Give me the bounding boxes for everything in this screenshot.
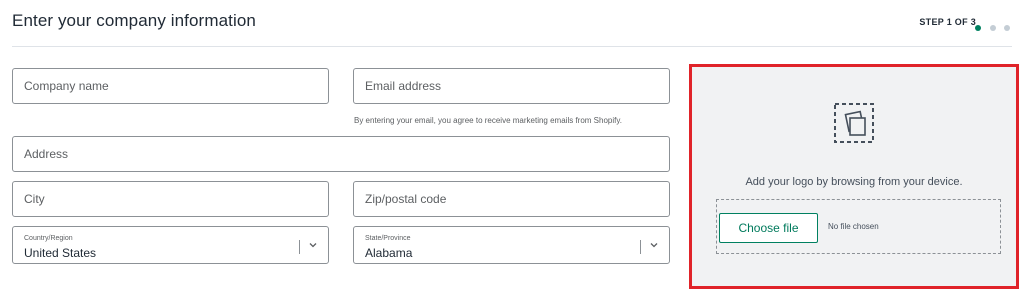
country-label: Country/Region: [24, 235, 73, 242]
zip-field[interactable]: Zip/postal code: [353, 181, 670, 217]
progress-dot-3: [1004, 25, 1010, 31]
chevron-down-icon: [650, 243, 658, 248]
select-divider: [299, 240, 300, 254]
logo-upload-prompt: Add your logo by browsing from your devi…: [745, 176, 963, 188]
country-value: United States: [24, 246, 97, 260]
country-select[interactable]: Country/Region United States: [12, 226, 329, 264]
address-placeholder: Address: [24, 147, 69, 161]
step-indicator: STEP 1 OF 3: [919, 17, 976, 27]
state-label: State/Province: [365, 235, 411, 242]
zip-placeholder: Zip/postal code: [365, 192, 447, 206]
email-hint: By entering your email, you agree to rec…: [354, 116, 622, 125]
progress-dots: [971, 18, 1010, 31]
email-placeholder: Email address: [365, 79, 442, 93]
logo-upload-panel: Add your logo by browsing from your devi…: [689, 64, 1019, 289]
state-value: Alabama: [365, 246, 413, 260]
file-drop-zone[interactable]: Choose file No file chosen: [716, 199, 1001, 254]
choose-file-button[interactable]: Choose file: [719, 213, 818, 243]
city-field[interactable]: City: [12, 181, 329, 217]
progress-dot-2: [989, 25, 996, 31]
address-field[interactable]: Address: [12, 136, 670, 172]
city-placeholder: City: [24, 192, 45, 206]
progress-dot-1: [975, 25, 982, 31]
file-status: No file chosen: [828, 222, 879, 231]
select-divider: [640, 240, 641, 254]
company-name-placeholder: Company name: [24, 79, 109, 93]
page-header: Enter your company information STEP 1 OF…: [12, 0, 1012, 47]
chevron-down-icon: [309, 243, 317, 248]
page-title: Enter your company information: [12, 11, 256, 30]
email-field[interactable]: Email address: [353, 68, 670, 104]
image-upload-icon: [834, 103, 874, 143]
state-select[interactable]: State/Province Alabama: [353, 226, 670, 264]
company-name-field[interactable]: Company name: [12, 68, 329, 104]
